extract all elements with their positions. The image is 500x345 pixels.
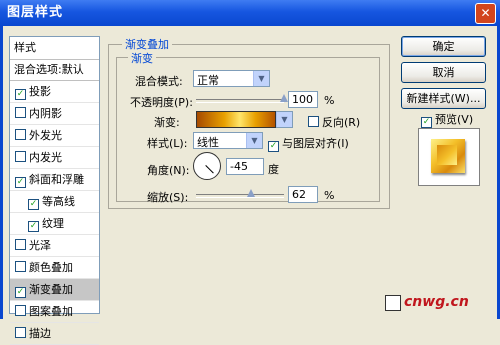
scale-slider-thumb[interactable]	[246, 189, 255, 197]
style-list-item[interactable]: 图案叠加	[10, 301, 99, 323]
reverse-check-icon	[308, 116, 319, 127]
checkbox-icon[interactable]: ✓	[15, 287, 26, 298]
reverse-label: 反向(R)	[322, 116, 361, 129]
title-bar[interactable]: 图层样式 ✕	[0, 0, 500, 26]
chevron-down-icon: ▼	[253, 71, 269, 86]
style-list: 样式 混合选项:默认 ✓ 投影 内阴影 外发光 内发光 ✓ 斜面和浮雕 ✓ 等高线 ✓ 纹理 光泽 颜色…	[9, 36, 100, 345]
style-list-item-label: 描边	[29, 327, 51, 340]
checkbox-icon[interactable]	[15, 305, 26, 316]
checkbox-icon[interactable]	[15, 327, 26, 338]
preview-swatch	[431, 139, 465, 173]
style-label: 样式(L):	[147, 137, 188, 150]
checkbox-icon[interactable]: ✓	[28, 199, 39, 210]
opacity-slider-track[interactable]	[196, 99, 284, 103]
gradient-group-title: 渐变	[128, 50, 156, 66]
preview-checkbox[interactable]: ✓ 预览(V)	[421, 111, 473, 128]
style-preview	[418, 128, 480, 186]
checkbox-icon[interactable]	[15, 239, 26, 250]
blend-mode-value: 正常	[197, 74, 219, 87]
style-list-item[interactable]: ✓ 纹理	[10, 213, 99, 235]
style-list-header[interactable]: 样式	[10, 37, 99, 60]
scale-label: 缩放(S):	[147, 191, 189, 204]
scale-unit: %	[324, 189, 335, 202]
style-list-item[interactable]: 内发光	[10, 147, 99, 169]
align-checkbox[interactable]: ✓ 与图层对齐(I)	[268, 135, 349, 152]
angle-dial[interactable]	[193, 152, 221, 180]
watermark-logo-icon	[385, 295, 401, 311]
opacity-input[interactable]: 100	[288, 91, 318, 108]
opacity-label: 不透明度(P):	[130, 96, 193, 109]
chevron-down-icon: ▼	[246, 133, 262, 148]
style-list-item-label: 斜面和浮雕	[29, 173, 84, 186]
style-list-item[interactable]: ✓ 斜面和浮雕	[10, 169, 99, 191]
style-list-item-label: 颜色叠加	[29, 261, 73, 274]
checkbox-icon[interactable]: ✓	[15, 177, 26, 188]
gradient-label: 渐变:	[154, 116, 180, 129]
blend-mode-label: 混合模式:	[135, 75, 183, 88]
style-list-item-label: 图案叠加	[29, 305, 73, 318]
checkbox-icon[interactable]	[15, 261, 26, 272]
opacity-slider-thumb[interactable]	[280, 94, 288, 102]
blend-mode-dropdown[interactable]: 正常 ▼	[193, 70, 270, 87]
scale-input[interactable]: 62	[288, 186, 318, 203]
window-frame-left	[0, 26, 3, 319]
style-list-item[interactable]: ✓ 渐变叠加	[10, 279, 99, 301]
scale-slider-track[interactable]	[196, 194, 284, 198]
style-list-item[interactable]: 内阴影	[10, 103, 99, 125]
cancel-button[interactable]: 取消	[401, 62, 486, 83]
align-check-icon: ✓	[268, 141, 279, 152]
angle-label: 角度(N):	[147, 164, 190, 177]
style-list-item[interactable]: ✓ 投影	[10, 81, 99, 103]
style-value: 线性	[197, 136, 219, 149]
style-list-item-label: 内发光	[29, 151, 62, 164]
style-list-item-label: 纹理	[42, 217, 64, 230]
preview-check-icon: ✓	[421, 117, 432, 128]
gradient-picker-dropdown[interactable]: ▼	[276, 111, 293, 128]
style-list-item-label: 投影	[29, 85, 51, 98]
style-list-item-label: 等高线	[42, 195, 75, 208]
new-style-button[interactable]: 新建样式(W)...	[401, 88, 486, 109]
angle-input[interactable]: -45	[226, 158, 264, 175]
chevron-down-icon: ▼	[276, 112, 292, 127]
style-list-item-label: 渐变叠加	[29, 283, 73, 296]
style-dropdown[interactable]: 线性 ▼	[193, 132, 263, 149]
checkbox-icon[interactable]	[15, 129, 26, 140]
checkbox-icon[interactable]	[15, 151, 26, 162]
style-list-item[interactable]: 光泽	[10, 235, 99, 257]
style-list-item[interactable]: ✓ 等高线	[10, 191, 99, 213]
style-list-item-label: 内阴影	[29, 107, 62, 120]
close-button[interactable]: ✕	[475, 3, 496, 24]
watermark: cnwg.cn	[404, 294, 469, 310]
style-list-item[interactable]: 描边	[10, 323, 99, 345]
style-list-item[interactable]: 颜色叠加	[10, 257, 99, 279]
checkbox-icon[interactable]	[15, 107, 26, 118]
gradient-swatch[interactable]	[196, 111, 276, 128]
checkbox-icon[interactable]: ✓	[15, 89, 26, 100]
style-list-item-label: 光泽	[29, 239, 51, 252]
blend-options-item[interactable]: 混合选项:默认	[10, 60, 99, 81]
style-items: ✓ 投影 内阴影 外发光 内发光 ✓ 斜面和浮雕 ✓ 等高线 ✓ 纹理 光泽 颜色叠加 ✓ 渐变叠加 图案叠加…	[10, 81, 99, 345]
reverse-checkbox[interactable]: 反向(R)	[308, 114, 360, 130]
window-title: 图层样式	[7, 5, 64, 20]
opacity-unit: %	[324, 94, 335, 107]
checkbox-icon[interactable]: ✓	[28, 221, 39, 232]
style-list-item[interactable]: 外发光	[10, 125, 99, 147]
align-label: 与图层对齐(I)	[282, 137, 349, 150]
angle-unit: 度	[268, 163, 279, 176]
ok-button[interactable]: 确定	[401, 36, 486, 57]
preview-label: 预览(V)	[435, 113, 474, 126]
style-list-item-label: 外发光	[29, 129, 62, 142]
